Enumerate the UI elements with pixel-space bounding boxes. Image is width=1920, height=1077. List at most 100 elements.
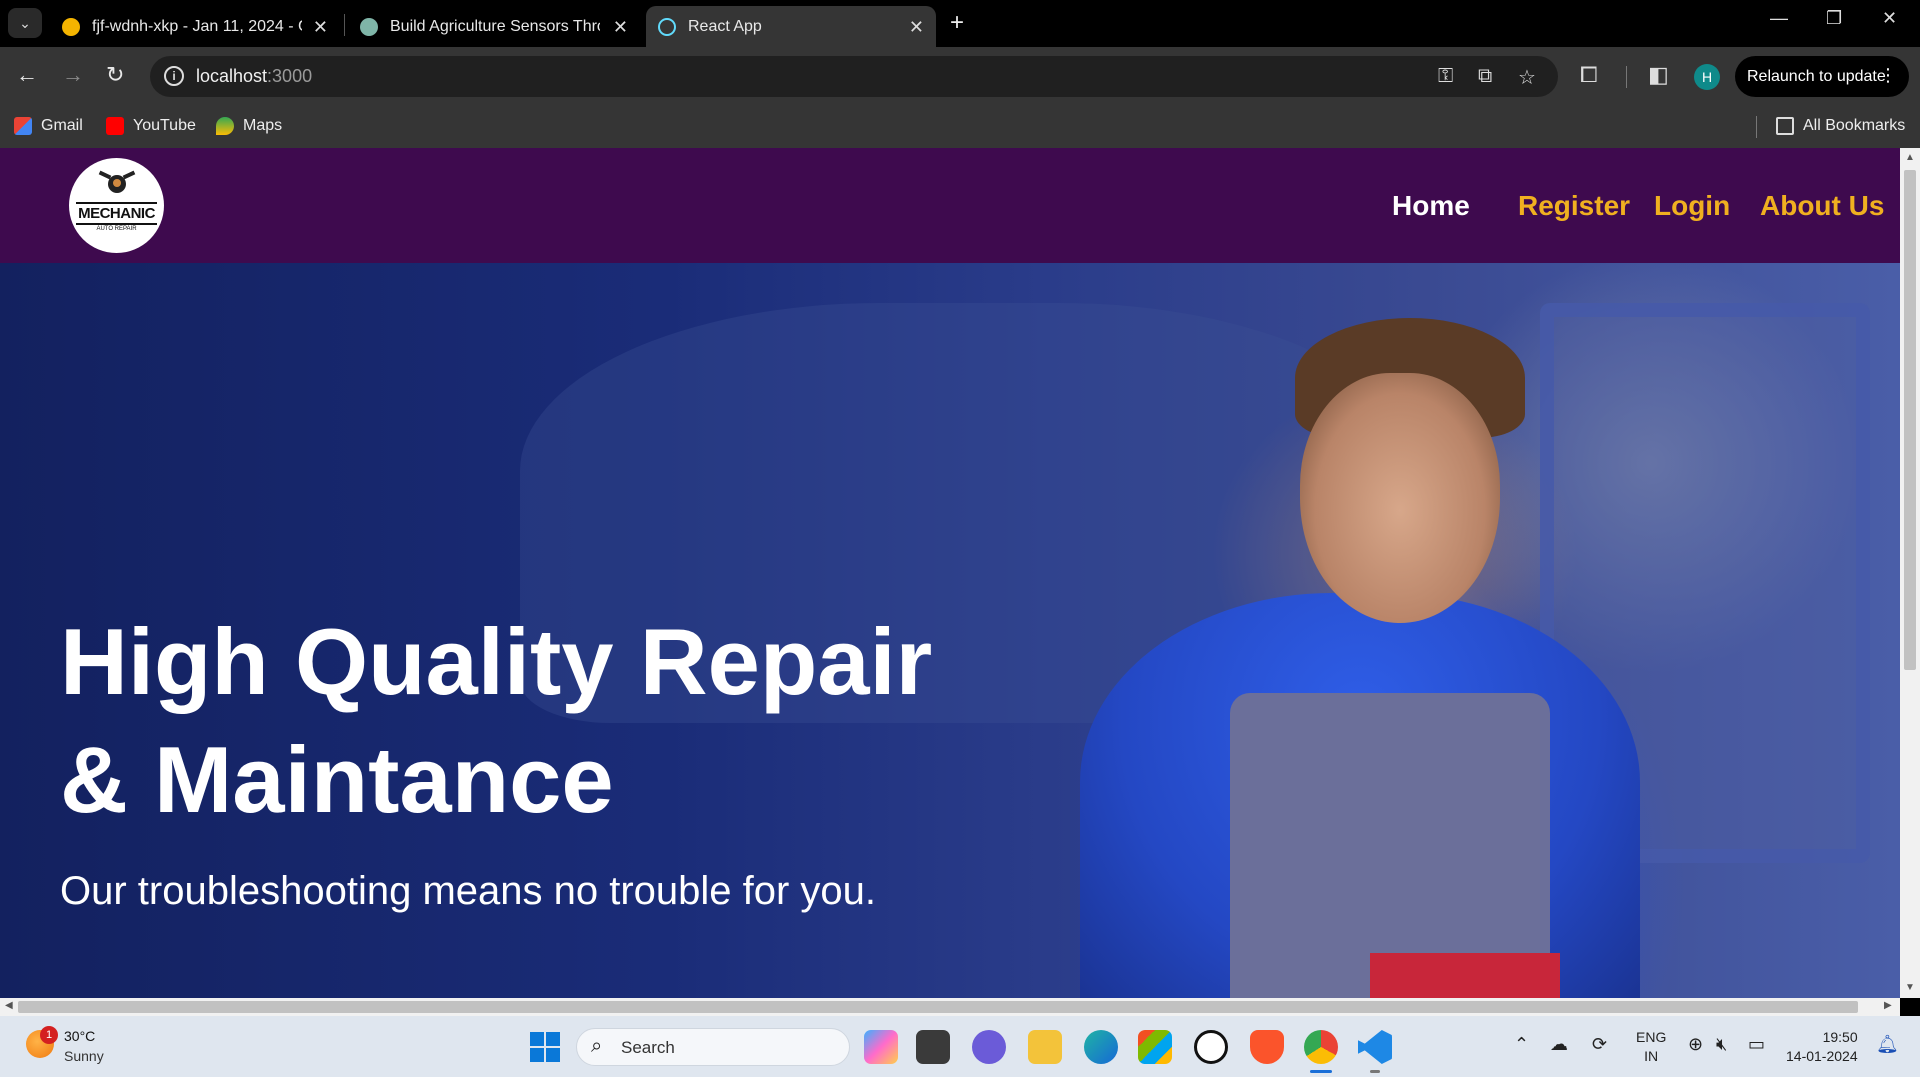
search-label: Search: [621, 1038, 675, 1057]
teams-chat-icon[interactable]: [972, 1030, 1006, 1064]
bookmark-maps[interactable]: Maps: [216, 117, 282, 135]
weather-badge: 1: [40, 1026, 58, 1044]
vscode-open-indicator: [1370, 1070, 1380, 1073]
logo-subtext: AUTO REPAIR: [96, 225, 137, 232]
all-bookmarks-label: All Bookmarks: [1803, 117, 1906, 134]
folder-icon: [1776, 117, 1794, 135]
horizontal-scroll-thumb[interactable]: [18, 1001, 1858, 1013]
logo-text: MECHANIC: [76, 201, 157, 225]
windows-taskbar: 1 30°C Sunny ⌕ Search ⌃ ☁ ⟳ ENG IN ⊕ 🔇︎ …: [0, 1016, 1920, 1077]
bookmark-youtube[interactable]: YouTube: [106, 117, 196, 135]
clock-date: 14-01-2024: [1786, 1048, 1858, 1064]
scroll-up-icon[interactable]: ▲: [1905, 152, 1915, 163]
bookmark-label: Maps: [243, 117, 283, 134]
scroll-left-icon[interactable]: ◀: [5, 1000, 13, 1011]
scroll-down-icon[interactable]: ▼: [1905, 982, 1915, 993]
tab-bar: ⌄ fjf-wdnh-xkp - Jan 11, 2024 - Google M…: [0, 0, 1920, 47]
hand-icon: [62, 17, 80, 36]
taskbar-search-box[interactable]: ⌕ Search: [576, 1028, 850, 1066]
key-icon[interactable]: ⚿: [1438, 65, 1453, 88]
install-app-icon[interactable]: ⧉: [1478, 65, 1492, 88]
sync-icon[interactable]: ⟳: [1592, 1034, 1607, 1055]
close-icon[interactable]: ✕: [313, 17, 328, 38]
show-hidden-icons-chevron-icon[interactable]: ⌃: [1514, 1034, 1529, 1055]
volume-muted-icon[interactable]: 🔇︎: [1716, 1034, 1727, 1055]
site-logo[interactable]: MECHANIC AUTO REPAIR: [69, 158, 164, 253]
relaunch-label: Relaunch to update: [1747, 67, 1886, 85]
more-menu-icon[interactable]: ⋮: [1879, 65, 1897, 86]
tab-divider: [344, 14, 345, 36]
file-explorer-icon[interactable]: [1028, 1030, 1062, 1064]
close-icon[interactable]: ✕: [613, 17, 628, 38]
edge-icon[interactable]: [1084, 1030, 1118, 1064]
tab-title: Build Agriculture Sensors Through ChatGP…: [390, 17, 600, 35]
all-bookmarks-button[interactable]: All Bookmarks: [1776, 117, 1905, 135]
tab-chatgpt[interactable]: Build Agriculture Sensors Through ChatGP…: [348, 6, 640, 47]
horizontal-scrollbar[interactable]: ◀ ▶: [0, 998, 1900, 1016]
weather-temperature[interactable]: 30°C: [64, 1028, 95, 1044]
clock-time: 19:50: [1822, 1029, 1858, 1045]
maps-icon: [216, 117, 234, 135]
back-button[interactable]: ←: [16, 62, 38, 88]
chrome-icon[interactable]: [1304, 1030, 1338, 1064]
window-close-button[interactable]: ✕: [1882, 8, 1897, 29]
tab-search-button[interactable]: ⌄: [8, 8, 42, 38]
vscode-icon[interactable]: [1358, 1030, 1392, 1064]
chrome-active-indicator: [1310, 1070, 1332, 1073]
reload-button[interactable]: ↻: [106, 62, 124, 88]
side-panel-icon[interactable]: ◧: [1648, 62, 1669, 88]
bookmarks-divider: [1756, 116, 1757, 138]
task-view-icon[interactable]: [916, 1030, 950, 1064]
hero-section: High Quality Repair & Maintance Our trou…: [0, 263, 1900, 998]
forward-button[interactable]: →: [62, 62, 84, 88]
input-language[interactable]: ENG IN: [1636, 1028, 1666, 1066]
overall-pocket-image: [1370, 953, 1560, 998]
tab-react-app[interactable]: React App ✕: [646, 6, 936, 47]
nav-link-home[interactable]: Home: [1392, 190, 1470, 222]
notification-bell-icon[interactable]: 🔔︎: [1876, 1034, 1899, 1055]
onedrive-icon[interactable]: ☁: [1550, 1034, 1568, 1055]
nav-link-about-us[interactable]: About Us: [1760, 190, 1884, 222]
gmail-icon: [14, 117, 32, 135]
relaunch-button[interactable]: Relaunch to update ⋮: [1735, 56, 1909, 97]
hero-title-line1: High Quality Repair: [60, 609, 933, 714]
brave-icon[interactable]: [1250, 1030, 1284, 1064]
youtube-icon: [106, 117, 124, 135]
toolbar-divider: [1626, 66, 1627, 88]
copilot-icon[interactable]: [864, 1030, 898, 1064]
bookmark-label: YouTube: [133, 117, 196, 134]
vertical-scrollbar[interactable]: ▲ ▼: [1900, 148, 1920, 998]
new-tab-button[interactable]: +: [950, 9, 964, 37]
windows-start-icon[interactable]: [530, 1032, 560, 1062]
profile-avatar[interactable]: H: [1694, 64, 1720, 90]
bookmark-gmail[interactable]: Gmail: [14, 117, 83, 135]
bookmark-label: Gmail: [41, 117, 83, 134]
battery-icon[interactable]: ▭: [1748, 1034, 1765, 1055]
region-code: IN: [1644, 1048, 1659, 1064]
system-clock[interactable]: 19:50 14-01-2024: [1786, 1028, 1858, 1066]
tab-title: fjf-wdnh-xkp - Jan 11, 2024 - Google Mee…: [92, 17, 302, 35]
restore-button[interactable]: ❐: [1826, 8, 1842, 29]
address-url[interactable]: localhost:3000: [196, 66, 312, 87]
address-bar[interactable]: i localhost:3000 ⚿ ⧉ ☆: [150, 56, 1558, 97]
nav-link-login[interactable]: Login: [1654, 190, 1730, 222]
weather-description[interactable]: Sunny: [64, 1048, 104, 1064]
microsoft-store-icon[interactable]: [1138, 1030, 1172, 1064]
vertical-scroll-thumb[interactable]: [1904, 170, 1916, 670]
dell-icon[interactable]: [1194, 1030, 1228, 1064]
info-icon[interactable]: i: [164, 66, 184, 86]
extensions-icon[interactable]: ⧠: [1580, 62, 1598, 88]
minimize-button[interactable]: —: [1770, 8, 1788, 29]
scroll-right-icon[interactable]: ▶: [1884, 1000, 1892, 1011]
page-viewport: MECHANIC AUTO REPAIR Home Register Login…: [0, 148, 1900, 998]
tab-google-meet[interactable]: fjf-wdnh-xkp - Jan 11, 2024 - Google Mee…: [50, 6, 340, 47]
network-globe-icon[interactable]: ⊕: [1688, 1034, 1703, 1055]
search-icon: ⌕: [591, 1035, 603, 1057]
nav-link-register[interactable]: Register: [1518, 190, 1630, 222]
chevron-down-icon: ⌄: [19, 14, 31, 31]
url-port: :3000: [267, 66, 313, 86]
star-icon[interactable]: ☆: [1518, 65, 1536, 90]
close-icon[interactable]: ✕: [909, 17, 924, 38]
chatgpt-icon: [360, 17, 378, 36]
hero-title: High Quality Repair & Maintance: [60, 603, 932, 839]
